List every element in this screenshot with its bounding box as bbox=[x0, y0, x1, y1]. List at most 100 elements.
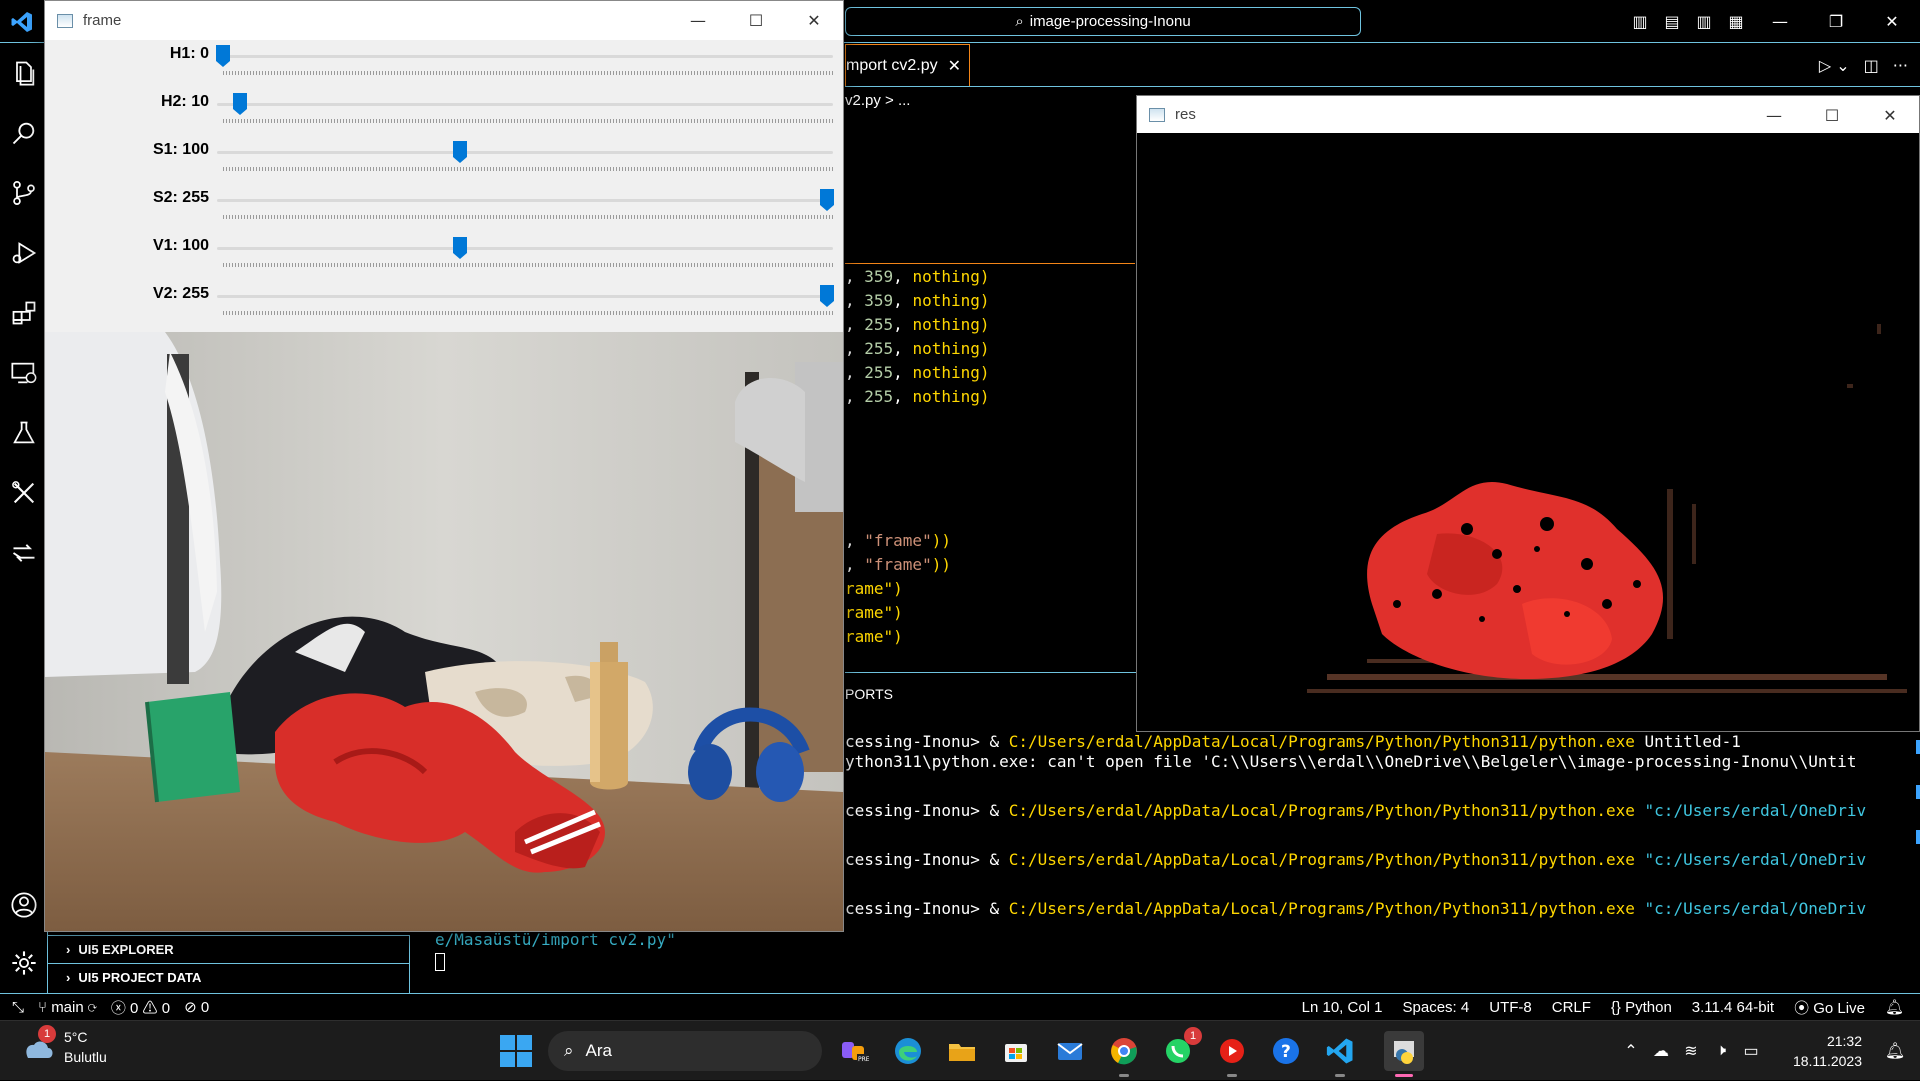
close-button[interactable]: ✕ bbox=[1861, 96, 1919, 135]
trackbar-v2[interactable]: V2: 255 bbox=[45, 285, 845, 332]
search-icon[interactable] bbox=[0, 109, 48, 157]
store-icon[interactable] bbox=[996, 1031, 1036, 1071]
trackbar-thumb[interactable] bbox=[452, 141, 467, 163]
res-title-bar[interactable]: res — ☐ ✕ bbox=[1137, 96, 1919, 133]
minimize-button[interactable]: — bbox=[1745, 96, 1803, 135]
accounts-icon[interactable] bbox=[0, 881, 48, 929]
toggle-secondary-sidebar-icon[interactable]: ▥ bbox=[1688, 0, 1720, 43]
copilot-icon[interactable]: PRE bbox=[834, 1031, 874, 1071]
terminal-line: cessing-Inonu> & C:/Users/erdal/AppData/… bbox=[845, 732, 1741, 751]
flow-icon[interactable] bbox=[0, 529, 48, 577]
maximize-button[interactable]: ☐ bbox=[727, 1, 785, 40]
notifications-bell-icon[interactable]: 🔔︎ bbox=[1885, 998, 1904, 1016]
ports-item[interactable]: ⊘ 0 bbox=[184, 998, 209, 1016]
battery-icon[interactable]: ▭ bbox=[1736, 1041, 1766, 1061]
trackbar-rail[interactable] bbox=[217, 247, 833, 250]
restore-button[interactable]: ❐ bbox=[1808, 0, 1864, 43]
run-icon[interactable]: ▷ ⌄ bbox=[1819, 56, 1850, 75]
maximize-button[interactable]: ☐ bbox=[1803, 96, 1861, 135]
trackbar-s1[interactable]: S1: 100 bbox=[45, 141, 845, 188]
speaker-muted-icon[interactable]: 🕨︎ bbox=[1706, 1042, 1736, 1060]
source-control-icon[interactable] bbox=[0, 169, 48, 217]
code-editor[interactable]: , 359, nothing) , 359, nothing) , 255, not… bbox=[845, 265, 990, 649]
trackbar-rail[interactable] bbox=[217, 151, 833, 154]
remote-icon[interactable]: ⤡ bbox=[12, 999, 24, 1016]
extensions-icon[interactable] bbox=[0, 289, 48, 337]
trackbar-label: V1: 100 bbox=[152, 237, 209, 254]
trackbar-rail[interactable] bbox=[217, 199, 833, 202]
trackbar-thumb[interactable] bbox=[820, 285, 834, 307]
indentation[interactable]: Spaces: 4 bbox=[1403, 999, 1470, 1016]
cursor-position[interactable]: Ln 10, Col 1 bbox=[1302, 999, 1383, 1016]
code-line: rame") bbox=[845, 603, 903, 622]
customize-layout-icon[interactable]: ▦ bbox=[1720, 0, 1752, 43]
terminal-output[interactable]: cessing-Inonu> & C:/Users/erdal/AppData/… bbox=[845, 732, 1866, 948]
mail-icon[interactable] bbox=[1050, 1031, 1090, 1071]
search-icon: ⌕ bbox=[1015, 13, 1024, 30]
branch-item[interactable]: ⑂ main ⟳ bbox=[38, 999, 97, 1016]
edge-icon[interactable] bbox=[888, 1031, 928, 1071]
wifi-icon[interactable]: ≋ bbox=[1676, 1041, 1706, 1061]
minimize-button[interactable]: — bbox=[1752, 0, 1808, 43]
command-center-search[interactable]: ⌕ image-processing-Inonu bbox=[845, 7, 1361, 36]
minimize-button[interactable]: — bbox=[669, 1, 727, 40]
trackbar-thumb[interactable] bbox=[820, 189, 834, 211]
file-explorer-icon[interactable] bbox=[942, 1031, 982, 1071]
trackbar-v1[interactable]: V1: 100 bbox=[45, 237, 845, 284]
split-editor-icon[interactable]: ◫ bbox=[1864, 56, 1879, 75]
tab-import-cv2[interactable]: mport cv2.py ✕ bbox=[845, 44, 970, 86]
whatsapp-icon[interactable]: 1 bbox=[1158, 1027, 1202, 1071]
problems-item[interactable]: ⓧ 0 ⚠ 0 bbox=[111, 997, 170, 1018]
language-mode[interactable]: {} Python bbox=[1611, 999, 1672, 1016]
trackbar-thumb[interactable] bbox=[452, 237, 467, 259]
close-button[interactable]: ✕ bbox=[1864, 0, 1920, 43]
notification-bell-icon[interactable]: 🔔︎ bbox=[1880, 1041, 1910, 1061]
explorer-icon[interactable] bbox=[0, 49, 48, 97]
python-taskbar-icon[interactable] bbox=[1384, 1031, 1424, 1077]
toggle-sidebar-icon[interactable]: ▥ bbox=[1624, 0, 1656, 43]
go-live-label: Go Live bbox=[1813, 999, 1865, 1017]
warning-count: 0 bbox=[161, 999, 171, 1017]
sidebar-section-ui5-project-data[interactable]: › UI5 PROJECT DATA bbox=[48, 963, 410, 991]
weather-widget[interactable]: 1 5°C Bulutlu bbox=[20, 1025, 107, 1067]
settings-gear-icon[interactable] bbox=[0, 939, 48, 987]
trackbar-rail[interactable] bbox=[217, 295, 833, 298]
python-interpreter[interactable]: 3.11.4 64-bit bbox=[1692, 999, 1774, 1016]
trackbar-rail[interactable] bbox=[217, 55, 833, 58]
trackbar-thumb[interactable] bbox=[216, 45, 230, 67]
close-icon[interactable]: ✕ bbox=[948, 56, 961, 76]
trackbar-label: H2: 10 bbox=[160, 93, 209, 110]
go-live-button[interactable]: ⦿ Go Live bbox=[1794, 997, 1865, 1018]
code-line: , 359, nothing) bbox=[845, 267, 990, 286]
network-off-icon[interactable]: ☁ bbox=[1646, 1041, 1676, 1061]
vscode-taskbar-icon[interactable] bbox=[1320, 1031, 1360, 1077]
frame-title-bar[interactable]: frame — ☐ ✕ bbox=[45, 1, 843, 40]
run-debug-icon[interactable] bbox=[0, 229, 48, 277]
breadcrumb[interactable]: v2.py > ... bbox=[845, 92, 910, 109]
remote-explorer-icon[interactable] bbox=[0, 349, 48, 397]
youtube-music-icon[interactable] bbox=[1212, 1031, 1252, 1077]
trackbar-thumb[interactable] bbox=[232, 93, 247, 115]
line-ending[interactable]: CRLF bbox=[1552, 999, 1591, 1016]
taskbar-search[interactable]: ⌕ Ara bbox=[548, 1031, 822, 1071]
chevron-up-icon[interactable]: ⌃ bbox=[1616, 1041, 1646, 1061]
chrome-icon[interactable] bbox=[1104, 1031, 1144, 1077]
help-icon[interactable]: ? bbox=[1266, 1031, 1306, 1071]
trackbar-h1[interactable]: H1: 0 bbox=[45, 45, 845, 92]
trackbar-s2[interactable]: S2: 255 bbox=[45, 189, 845, 236]
editor-highlight-line bbox=[845, 263, 1135, 264]
search-placeholder: Ara bbox=[585, 1041, 612, 1060]
clock[interactable]: 21:32 18.11.2023 bbox=[1766, 1031, 1862, 1071]
trackbar-ticks bbox=[223, 215, 833, 219]
start-button[interactable] bbox=[500, 1035, 532, 1067]
more-actions-icon[interactable]: ··· bbox=[1893, 56, 1908, 75]
sidebar-section-ui5-explorer[interactable]: › UI5 EXPLORER bbox=[48, 935, 410, 963]
toggle-panel-icon[interactable]: ▤ bbox=[1656, 0, 1688, 43]
close-button[interactable]: ✕ bbox=[785, 1, 843, 40]
encoding[interactable]: UTF-8 bbox=[1489, 999, 1532, 1016]
testing-flask-icon[interactable] bbox=[0, 409, 48, 457]
trackbar-h2[interactable]: H2: 10 bbox=[45, 93, 845, 140]
trackbar-rail[interactable] bbox=[217, 103, 833, 106]
tab-ports[interactable]: PORTS bbox=[845, 686, 893, 702]
tools-icon[interactable] bbox=[0, 469, 48, 517]
